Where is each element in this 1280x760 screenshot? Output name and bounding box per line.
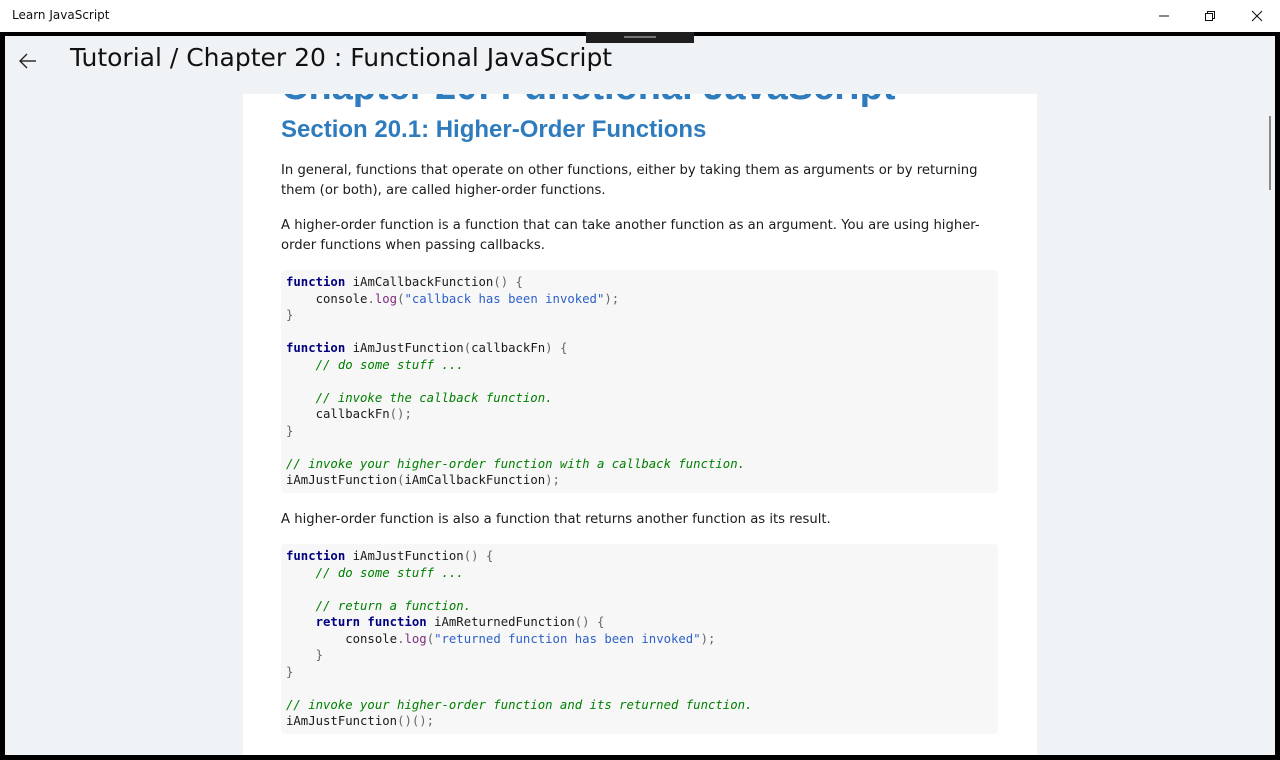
code-token: () {: [574, 615, 605, 629]
code-block: function iAmCallbackFunction() { console…: [281, 270, 998, 493]
code-token: iAmJustFunction: [286, 473, 398, 487]
code-line: function iAmJustFunction() {: [286, 548, 993, 565]
paragraph: A higher-order function is also a functi…: [281, 512, 831, 527]
code-token: );: [604, 291, 620, 306]
code-line: // invoke your higher-order function and…: [286, 697, 993, 714]
code-line: // return a function.: [286, 598, 993, 615]
code-block: function iAmJustFunction() { // do some …: [281, 544, 998, 734]
code-token: iAmCallbackFunction: [404, 473, 546, 487]
scroll-thumb[interactable]: [1269, 116, 1271, 190]
code-token: iAmReturnedFunction: [426, 615, 575, 629]
code-token: // do some stuff ...: [286, 565, 464, 580]
close-icon: [1251, 10, 1263, 22]
code-token: ();: [389, 407, 412, 421]
code-line: // do some stuff ...: [286, 357, 993, 374]
back-arrow-icon: [19, 53, 36, 69]
code-token: (: [426, 631, 435, 646]
app-title: Learn JavaScript: [12, 8, 110, 22]
code-line: }: [286, 423, 993, 440]
code-token: callbackFn: [471, 341, 546, 355]
paragraph: In general, functions that operate on ot…: [281, 163, 978, 198]
paragraph: A higher-order function is a function th…: [281, 218, 980, 253]
code-line: function iAmCallbackFunction() {: [286, 274, 993, 291]
code-token: ) {: [545, 341, 568, 355]
code-token: }: [286, 423, 294, 438]
code-token: function: [286, 549, 346, 563]
drag-handle[interactable]: [586, 32, 694, 43]
title-bar: Learn JavaScript: [0, 0, 1280, 32]
chapter-heading: Chapter 20: Functional JavaScript: [281, 94, 896, 109]
code-token: }: [286, 648, 324, 662]
code-token: callbackFn: [286, 407, 390, 421]
code-token: () {: [463, 549, 494, 563]
code-token: // invoke your higher-order function wit…: [286, 456, 746, 471]
code-line: }: [286, 647, 993, 664]
code-token: iAmJustFunction: [345, 549, 464, 563]
code-line: console.log("callback has been invoked")…: [286, 291, 993, 308]
code-token: iAmJustFunction: [345, 341, 464, 355]
restore-button[interactable]: [1187, 0, 1233, 32]
code-token: // return a function.: [286, 598, 472, 613]
code-line: }: [286, 664, 993, 681]
page-title: Tutorial / Chapter 20 : Functional JavaS…: [70, 43, 613, 72]
code-token: function: [286, 341, 346, 355]
code-token: return function: [286, 615, 427, 629]
restore-icon: [1205, 11, 1215, 21]
code-token: // invoke your higher-order function and…: [286, 697, 753, 712]
minimize-button[interactable]: [1141, 0, 1187, 32]
code-line: // invoke your higher-order function wit…: [286, 456, 993, 473]
code-token: console: [286, 291, 368, 306]
code-line: // do some stuff ...: [286, 565, 993, 582]
code-token: .: [367, 291, 375, 306]
code-token: );: [700, 631, 716, 646]
code-token: () {: [493, 275, 523, 289]
section-heading: Section 20.1: Higher-Order Functions: [281, 116, 707, 143]
code-line: iAmJustFunction(iAmCallbackFunction);: [286, 472, 993, 489]
close-button[interactable]: [1234, 0, 1280, 32]
code-line: function iAmJustFunction(callbackFn) {: [286, 340, 993, 357]
code-token: iAmJustFunction: [286, 714, 398, 728]
code-line: return function iAmReturnedFunction() {: [286, 614, 993, 631]
code-token: );: [545, 473, 560, 487]
code-token: (: [463, 341, 472, 355]
code-token: // invoke the callback function.: [286, 390, 553, 405]
code-line: callbackFn();: [286, 406, 993, 423]
code-token: }: [286, 664, 294, 679]
code-line: // invoke the callback function.: [286, 390, 993, 407]
code-token: "returned function has been invoked": [434, 631, 701, 646]
vertical-scrollbar[interactable]: [1266, 94, 1274, 755]
code-token: function: [286, 275, 346, 289]
code-line: console.log("returned function has been …: [286, 631, 993, 648]
minimize-icon: [1159, 15, 1169, 17]
code-token: log: [404, 631, 427, 646]
back-button[interactable]: [14, 46, 42, 76]
code-token: }: [286, 308, 294, 322]
code-token: console: [286, 631, 398, 646]
article-content[interactable]: Chapter 20: Functional JavaScript Sectio…: [243, 94, 1037, 755]
code-line: }: [286, 307, 993, 324]
code-token: "callback has been invoked": [404, 291, 605, 306]
code-token: iAmCallbackFunction: [345, 275, 494, 289]
code-line: iAmJustFunction()();: [286, 713, 993, 730]
code-token: ()();: [397, 714, 435, 728]
code-token: log: [374, 291, 398, 306]
code-token: // do some stuff ...: [286, 357, 464, 372]
